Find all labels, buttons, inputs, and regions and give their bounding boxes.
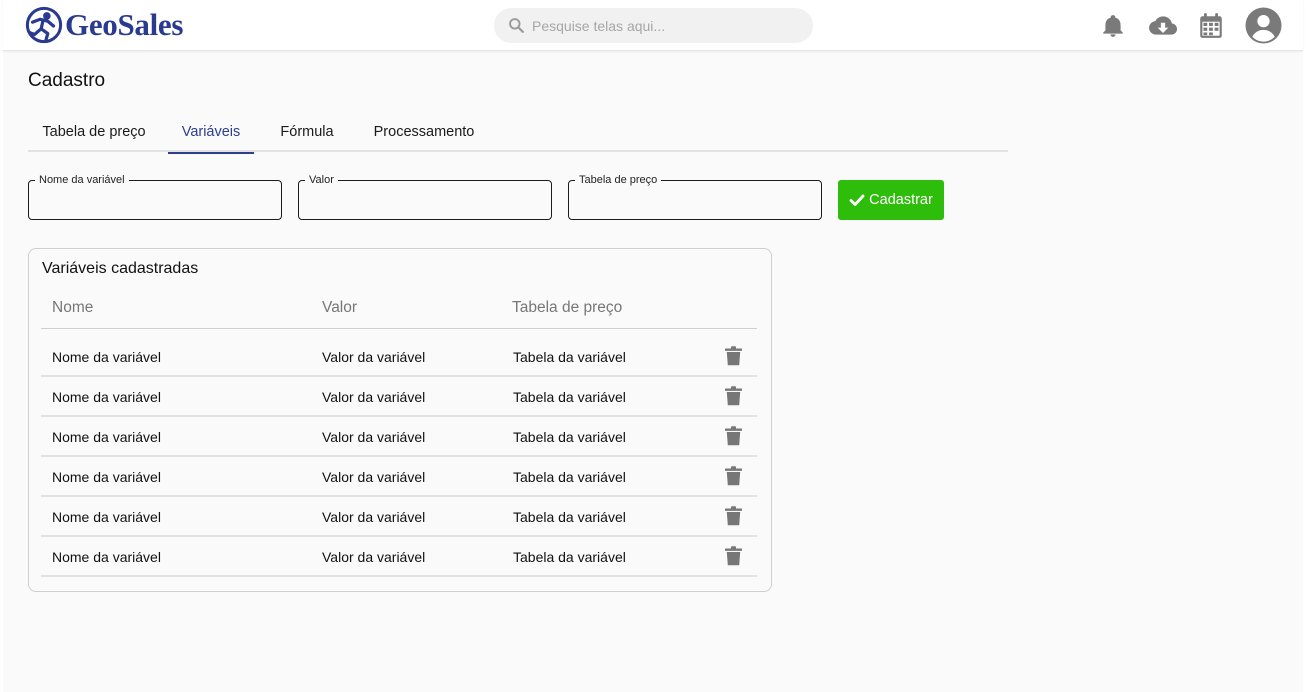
tab-variaveis[interactable]: Variáveis [168, 112, 254, 154]
table-row: Nome da variável Valor da variável Tabel… [41, 537, 757, 577]
table-row: Nome da variável Valor da variável Tabel… [41, 377, 757, 417]
nome-variavel-label: Nome da variável [35, 173, 129, 187]
search-input[interactable]: Pesquise telas aqui... [532, 18, 665, 34]
trash-icon[interactable] [725, 546, 742, 566]
column-header-tabela: Tabela de preço [512, 299, 623, 316]
table-row: Nome da variável Valor da variável Tabel… [41, 497, 757, 537]
nome-variavel-field[interactable]: Nome da variável [28, 173, 282, 220]
cell-nome: Nome da variável [52, 429, 161, 445]
cell-valor: Valor da variável [322, 469, 426, 485]
variables-table-card: Variáveis cadastradas Nome Valor Tabela … [28, 248, 772, 592]
table-row: Nome da variável Valor da variável Tabel… [41, 457, 757, 497]
header-divider [41, 328, 757, 329]
trash-icon[interactable] [725, 466, 742, 486]
valor-label: Valor [305, 173, 338, 187]
cell-nome: Nome da variável [52, 389, 161, 405]
search-icon [509, 18, 524, 33]
cell-tabela: Tabela da variável [513, 549, 626, 565]
calendar-icon[interactable] [1198, 12, 1224, 40]
tabela-preco-field[interactable]: Tabela de preço [568, 173, 822, 220]
trash-icon[interactable] [725, 346, 742, 366]
cell-valor: Valor da variável [322, 549, 426, 565]
bell-icon[interactable] [1100, 13, 1126, 39]
valor-field[interactable]: Valor [298, 173, 552, 220]
tabela-preco-label: Tabela de preço [575, 173, 662, 187]
cell-valor: Valor da variável [322, 429, 426, 445]
cell-nome: Nome da variável [52, 349, 161, 365]
table-row: Nome da variável Valor da variável Tabel… [41, 337, 757, 377]
tab-tabela-de-preco[interactable]: Tabela de preço [28, 112, 160, 152]
search-bar[interactable]: Pesquise telas aqui... [494, 8, 813, 43]
top-bar: GeoSales Pesquise telas aqui... [3, 0, 1303, 51]
table-title: Variáveis cadastradas [42, 260, 199, 277]
tab-bar: Tabela de preço Variáveis Fórmula Proces… [28, 112, 1008, 154]
cell-nome: Nome da variável [52, 469, 161, 485]
cell-nome: Nome da variável [52, 509, 161, 525]
check-icon [849, 194, 865, 206]
app-root: GeoSales Pesquise telas aqui... Cadastro… [3, 0, 1303, 692]
cadastrar-button-label: Cadastrar [869, 192, 933, 208]
user-avatar-icon[interactable] [1245, 7, 1282, 44]
column-header-nome: Nome [52, 299, 94, 316]
cadastrar-button[interactable]: Cadastrar [838, 180, 944, 220]
trash-icon[interactable] [725, 426, 742, 446]
tab-formula[interactable]: Fórmula [272, 112, 342, 152]
cell-nome: Nome da variável [52, 549, 161, 565]
cell-valor: Valor da variável [322, 509, 426, 525]
runner-logo-icon [25, 6, 63, 44]
brand-logo[interactable]: GeoSales [25, 6, 183, 44]
trash-icon[interactable] [725, 386, 742, 406]
cell-valor: Valor da variável [322, 389, 426, 405]
column-header-valor: Valor [322, 299, 358, 316]
table-row: Nome da variável Valor da variável Tabel… [41, 417, 757, 457]
tab-processamento[interactable]: Processamento [360, 112, 488, 152]
cell-tabela: Tabela da variável [513, 389, 626, 405]
cell-tabela: Tabela da variável [513, 349, 626, 365]
page-title: Cadastro [28, 70, 106, 91]
cell-tabela: Tabela da variável [513, 429, 626, 445]
trash-icon[interactable] [725, 506, 742, 526]
cloud-download-icon[interactable] [1148, 13, 1178, 39]
cell-tabela: Tabela da variável [513, 509, 626, 525]
cell-valor: Valor da variável [322, 349, 426, 365]
brand-name: GeoSales [65, 7, 184, 42]
cell-tabela: Tabela da variável [513, 469, 626, 485]
